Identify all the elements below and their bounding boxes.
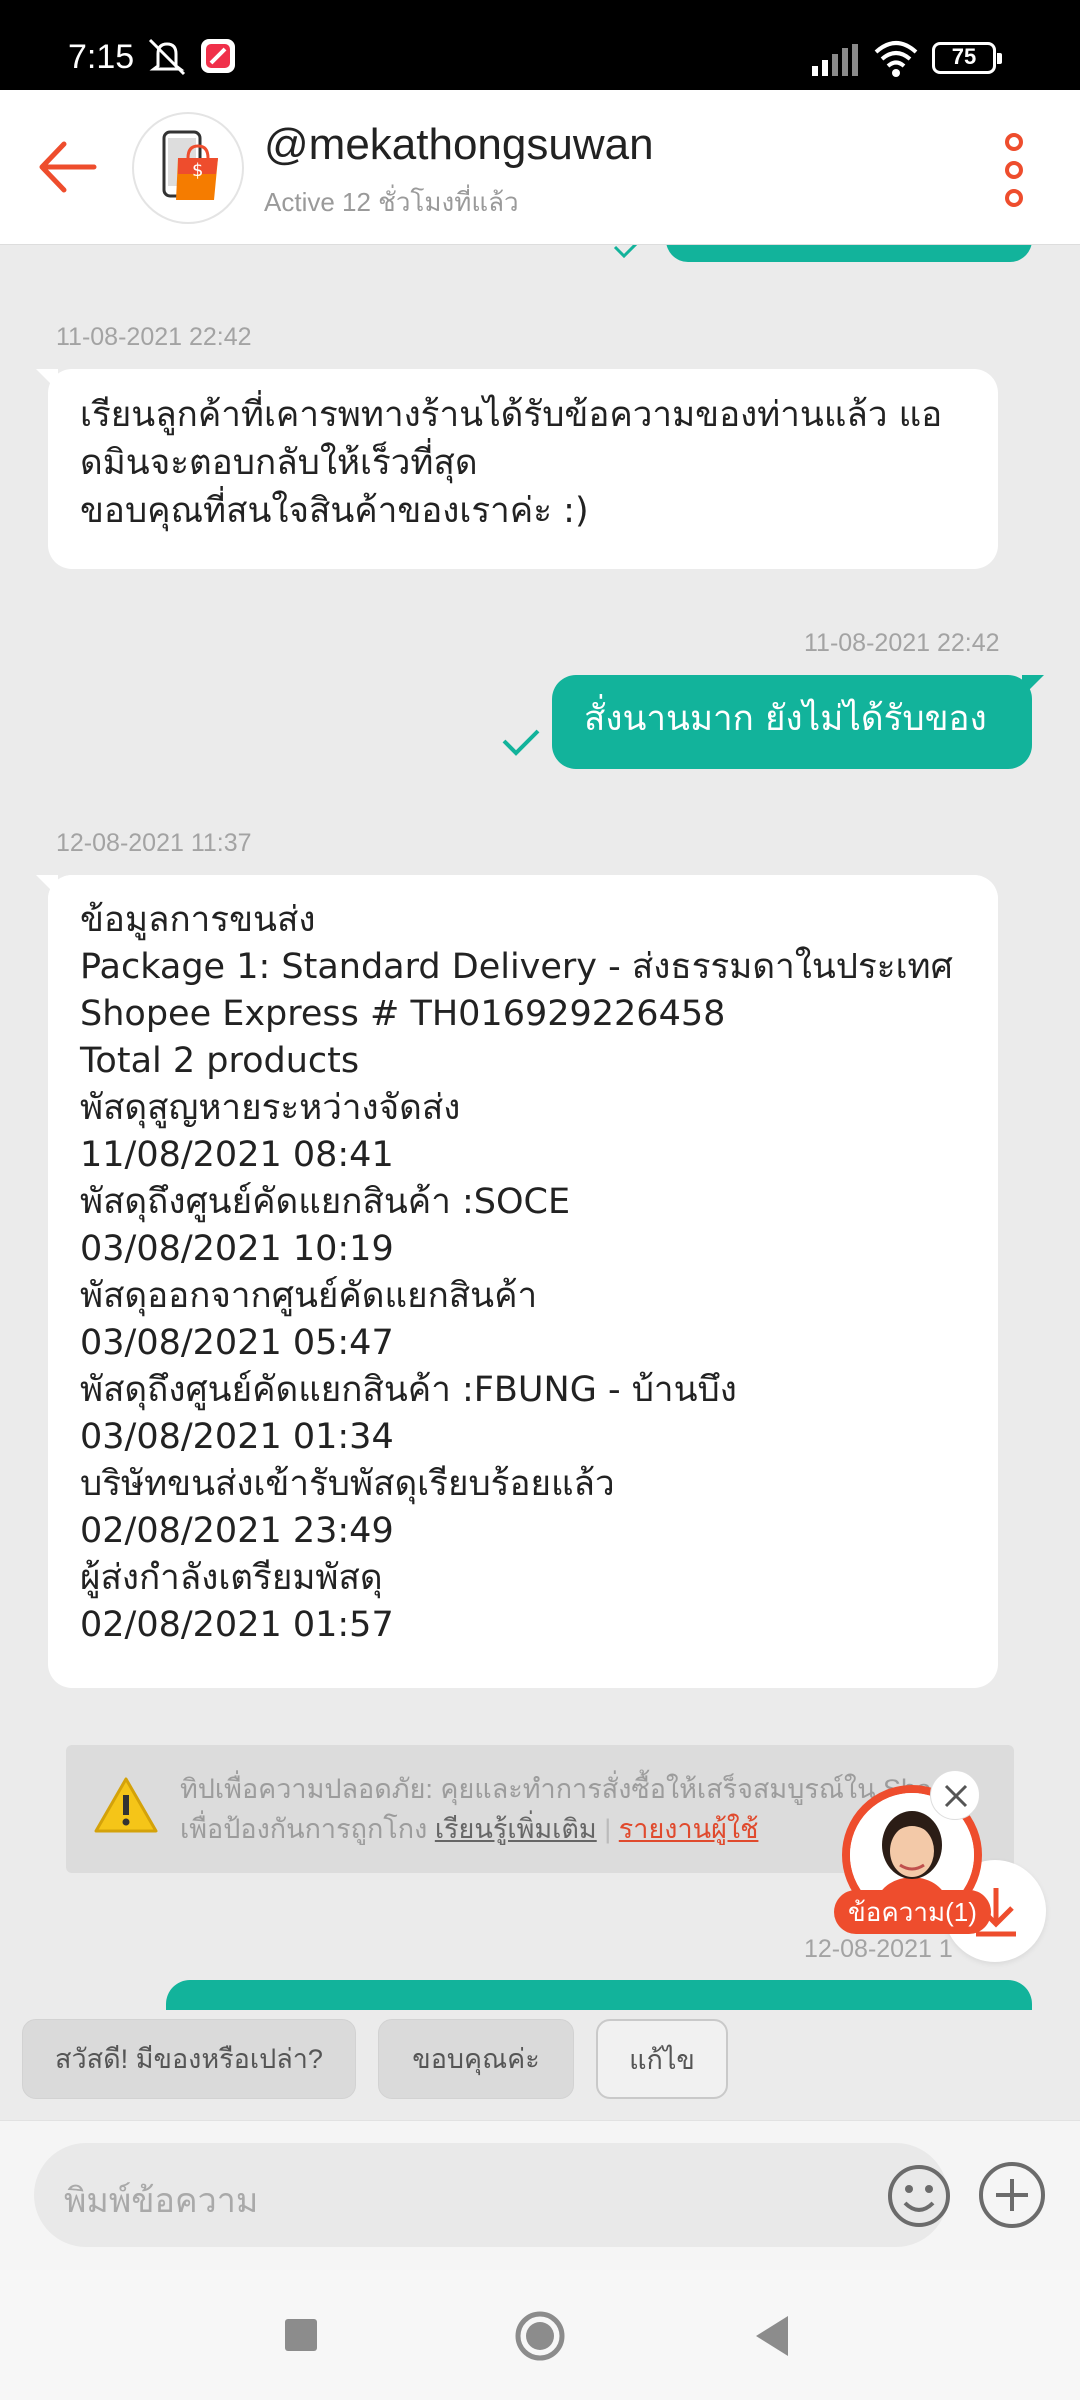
previous-outgoing-bubble [666, 245, 1032, 262]
agent-message-badge[interactable]: ข้อความ(1) [834, 1890, 991, 1934]
emoji-icon[interactable] [886, 2163, 952, 2229]
message-line: 02/08/2021 01:57 [80, 1605, 394, 1645]
close-agent-button[interactable] [930, 1770, 980, 1820]
status-bar: 7:15 75 [0, 0, 1080, 90]
message-line: 03/08/2021 05:47 [80, 1323, 394, 1363]
message-input[interactable]: พิมพ์ข้อความ [34, 2143, 950, 2247]
message-line: พัสดุสูญหายระหว่างจัดส่ง [80, 1088, 461, 1128]
safety-tip-prefix: เพื่อป้องกันการถูกโกง [180, 1814, 435, 1844]
close-icon [944, 1784, 968, 1808]
message-line: ผู้ส่งกำลังเตรียมพัสดุ [80, 1558, 383, 1598]
status-time: 7:15 [68, 38, 135, 76]
message-line: ดมินจะตอบกลับให้เร็วที่สุด [80, 443, 478, 483]
back-nav-icon[interactable] [752, 2314, 792, 2358]
wifi-icon [874, 41, 918, 77]
message-timestamp: 12-08-2021 1 [804, 1935, 953, 1963]
message-line: บริษัทขนส่งเข้ารับพัสดุเรียบร้อยแล้ว [80, 1464, 615, 1504]
message-line: พัสดุถึงศูนย์คัดแยกสินค้า :FBUNG - บ้านบ… [80, 1370, 737, 1410]
more-options-icon[interactable] [996, 130, 1032, 210]
news-app-icon [201, 39, 235, 73]
message-line: เรียนลูกค้าที่เคารพทางร้านได้รับข้อความข… [80, 395, 943, 435]
outgoing-message-bubble[interactable]: สั่งนานมาก ยังไม่ได้รับของ [552, 675, 1044, 769]
recent-apps-icon[interactable] [284, 2318, 318, 2352]
warning-icon [94, 1777, 158, 1833]
shop-name[interactable]: @mekathongsuwan [264, 120, 654, 170]
incoming-message-bubble[interactable]: เรียนลูกค้าที่เคารพทางร้านได้รับข้อความข… [36, 369, 998, 569]
read-check-icon [613, 245, 638, 259]
quick-replies-bar: สวัสดี! มีของหรือเปล่า? ขอบคุณค่ะ แก้ไข [0, 2005, 1080, 2120]
read-check-icon [502, 729, 540, 756]
message-line: Shopee Express # TH016929226458 [80, 994, 726, 1034]
message-line: 03/08/2021 10:19 [80, 1229, 394, 1269]
message-line: 11/08/2021 08:41 [80, 1135, 394, 1175]
message-line: สั่งนานมาก ยังไม่ได้รับของ [584, 699, 987, 739]
mute-icon [148, 38, 186, 76]
home-icon[interactable] [514, 2310, 566, 2362]
outgoing-message-bubble-partial[interactable] [166, 1980, 1032, 2010]
tip-separator: | [604, 1814, 612, 1844]
shop-logo-icon: $ [162, 130, 218, 200]
message-line: Total 2 products [80, 1041, 360, 1081]
svg-text:$: $ [192, 160, 203, 181]
shop-avatar[interactable]: $ [132, 112, 244, 224]
incoming-message-bubble-shipping[interactable]: ข้อมูลการขนส่ง Package 1: Standard Deliv… [36, 875, 998, 1688]
message-line: พัสดุถึงศูนย์คัดแยกสินค้า :SOCE [80, 1182, 571, 1222]
message-composer: พิมพ์ข้อความ [0, 2120, 1080, 2270]
message-line: พัสดุออกจากศูนย์คัดแยกสินค้า [80, 1276, 538, 1316]
message-timestamp: 12-08-2021 11:37 [56, 829, 252, 857]
message-line: Package 1: Standard Delivery - ส่งธรรมดา… [80, 947, 953, 987]
report-user-link[interactable]: รายงานผู้ใช้ [619, 1814, 759, 1844]
battery-icon: 75 [932, 42, 1002, 74]
edit-quick-replies-button[interactable]: แก้ไข [596, 2019, 728, 2099]
quick-reply-chip[interactable]: ขอบคุณค่ะ [378, 2019, 574, 2099]
chat-header: $ @mekathongsuwan Active 12 ชั่วโมงที่แล… [0, 90, 1080, 245]
signal-icon [812, 44, 858, 76]
message-line: ขอบคุณที่สนใจสินค้าของเราค่ะ :) [80, 491, 589, 531]
message-line: ข้อมูลการขนส่ง [80, 900, 316, 940]
message-line: 03/08/2021 01:34 [80, 1417, 394, 1457]
battery-level: 75 [951, 44, 977, 69]
learn-more-link[interactable]: เรียนรู้เพิ่มเติม [435, 1814, 597, 1844]
message-timestamp: 11-08-2021 22:42 [804, 629, 1000, 657]
message-timestamp: 11-08-2021 22:42 [56, 323, 252, 351]
add-attachment-icon[interactable] [976, 2159, 1048, 2231]
system-navigation-bar [0, 2270, 1080, 2400]
back-arrow-icon[interactable] [34, 132, 104, 202]
quick-reply-chip[interactable]: สวัสดี! มีของหรือเปล่า? [22, 2019, 356, 2099]
message-input-placeholder: พิมพ์ข้อความ [64, 2182, 259, 2220]
message-line: 02/08/2021 23:49 [80, 1511, 394, 1551]
shop-active-status: Active 12 ชั่วโมงที่แล้ว [264, 187, 519, 217]
